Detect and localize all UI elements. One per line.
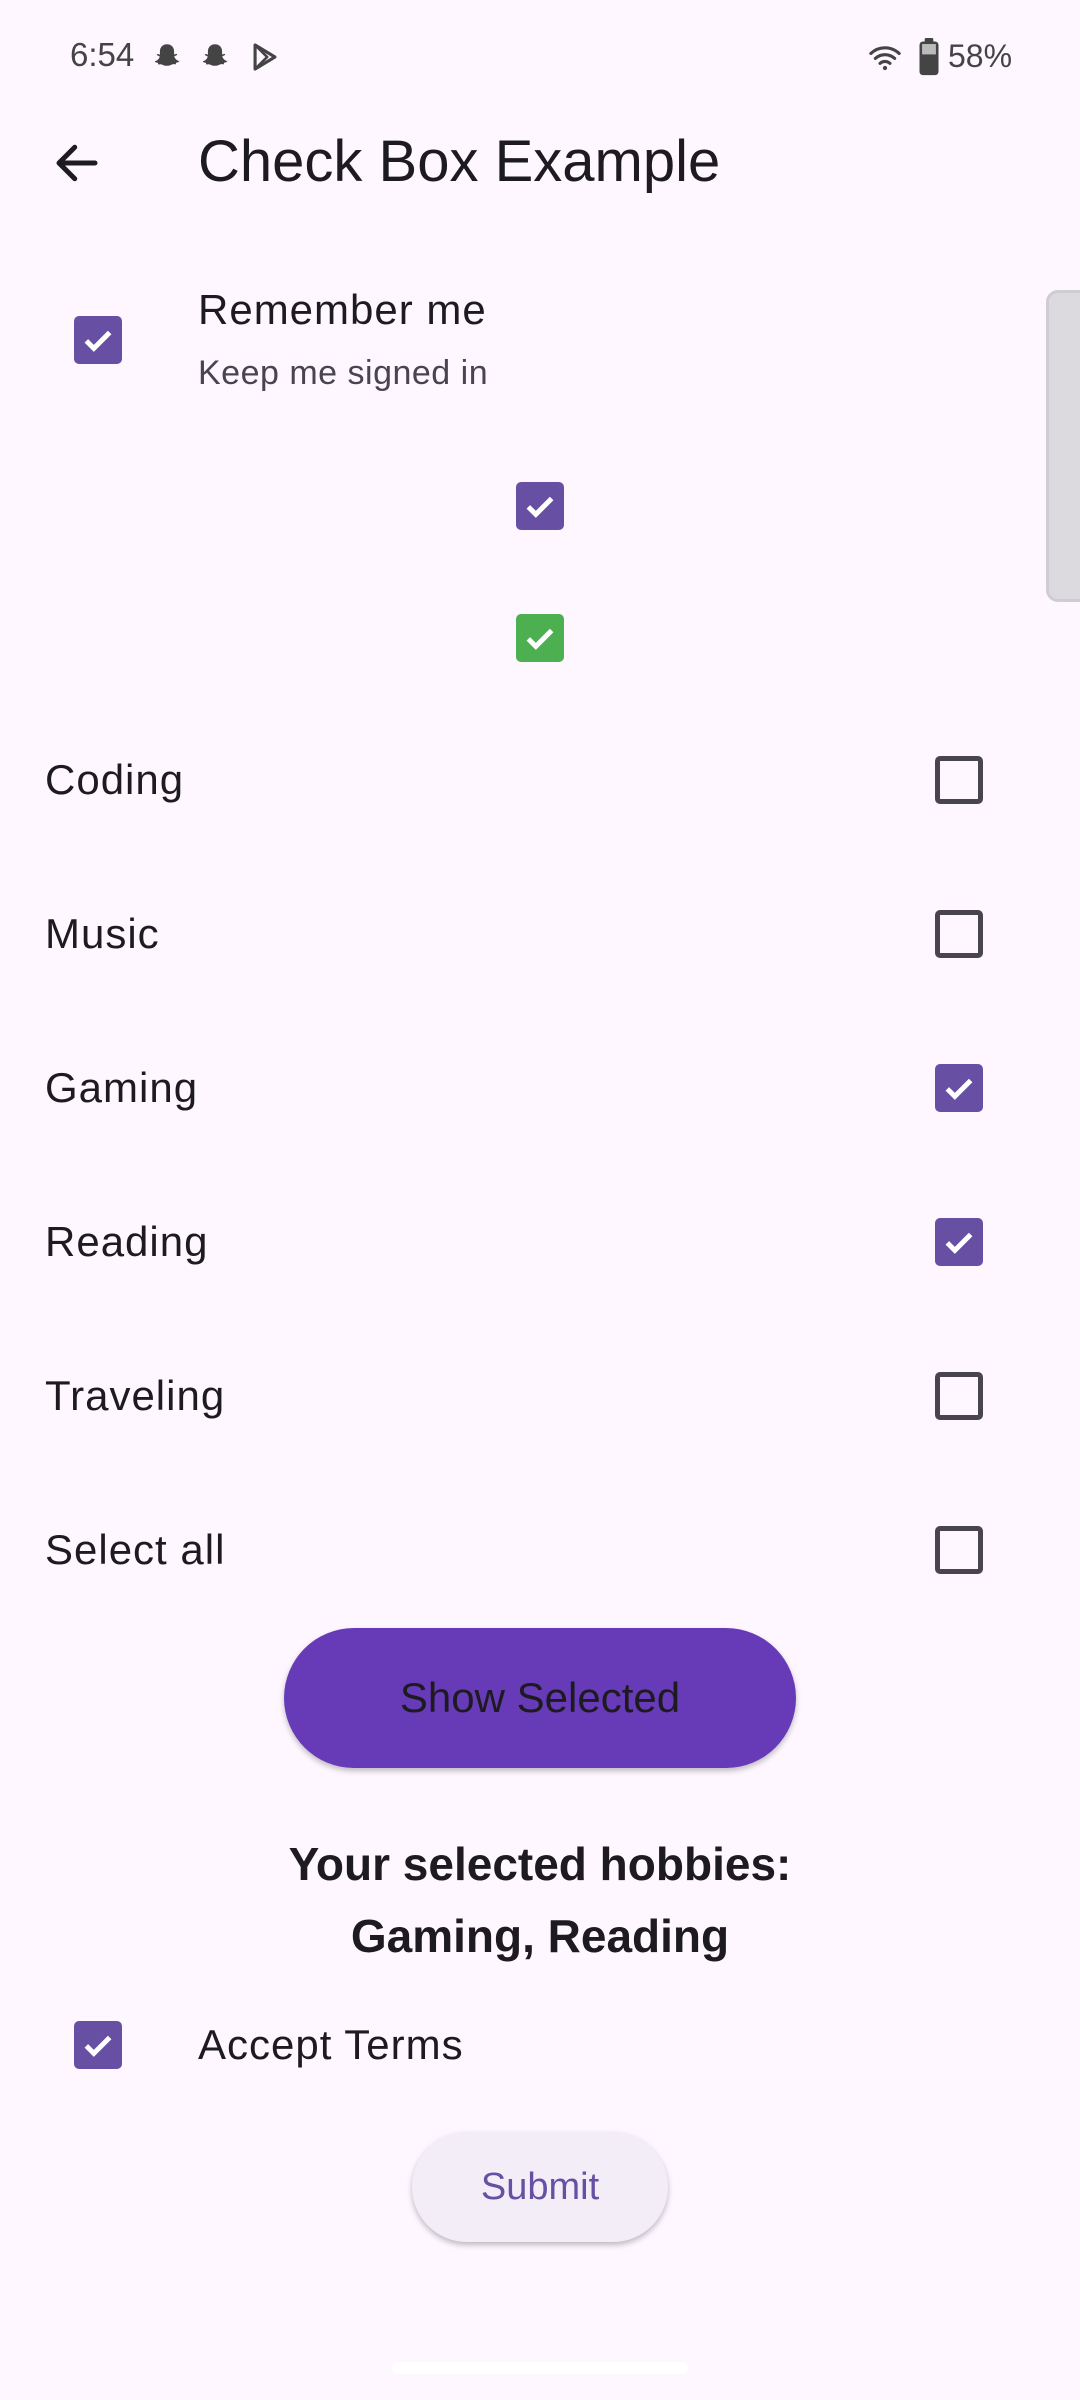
play-store-icon [253,43,277,71]
hobby-checkbox-traveling[interactable] [935,1372,983,1420]
remember-me-subtitle: Keep me signed in [198,354,489,392]
accept-terms-checkbox[interactable] [74,2021,122,2069]
wifi-icon [869,46,901,71]
checkmark-icon [84,2035,112,2057]
home-indicator[interactable] [392,2362,688,2374]
show-selected-button[interactable]: Show Selected [284,1628,796,1768]
selected-hobbies-list: Gaming, Reading [350,1910,730,1962]
hobby-row-traveling[interactable]: Traveling [0,1346,1040,1446]
hobby-label: Music [45,910,160,957]
hobby-label: Gaming [45,1064,199,1111]
battery-percent: 58% [948,38,1013,74]
selected-hobbies-heading: Your selected hobbies: [288,1838,792,1890]
hobby-row-gaming[interactable]: Gaming [0,1038,1040,1138]
hobby-label: Select all [45,1526,226,1573]
remember-me-tile[interactable] [0,270,1040,410]
standalone-checkbox-green[interactable] [516,614,564,662]
accept-terms-label: Accept Terms [198,2021,464,2068]
scrollbar-thumb[interactable] [1046,290,1080,602]
selected-hobbies-text: Your selected hobbies: Gaming, Reading [0,1828,1080,1972]
accept-terms-tile[interactable]: Accept Terms [0,1990,1040,2100]
back-arrow-icon [56,144,98,182]
checkmark-icon [526,496,554,518]
submit-button[interactable]: Submit [412,2132,668,2242]
hobby-label: Coding [45,756,185,803]
hobby-checkbox-reading[interactable] [935,1218,983,1266]
hobby-checkbox-gaming[interactable] [935,1064,983,1112]
hobby-row-reading[interactable]: Reading [0,1192,1040,1292]
page-title: Check Box Example [198,129,721,194]
battery-icon [919,38,939,76]
hobby-checkbox-music[interactable] [935,910,983,958]
standalone-checkbox-purple[interactable] [516,482,564,530]
hobby-label: Traveling [45,1372,226,1419]
hobby-label: Reading [45,1218,209,1265]
back-button[interactable] [40,126,114,200]
hobby-row-music[interactable]: Music [0,884,1040,984]
checkmark-icon [526,628,554,650]
hobby-row-select-all[interactable]: Select all [0,1500,1040,1600]
status-time: 6:54 [70,36,135,73]
remember-me-title: Remember me [198,286,487,333]
snapchat-icon [154,44,180,66]
hobby-row-coding[interactable]: Coding [0,730,1040,830]
checkmark-icon [945,1078,973,1100]
checkmark-icon [84,330,112,352]
checkmark-icon [945,1232,973,1254]
snapchat-icon [202,44,228,66]
remember-me-checkbox[interactable] [74,316,122,364]
hobby-checkbox-select-all[interactable] [935,1526,983,1574]
hobby-checkbox-coding[interactable] [935,756,983,804]
